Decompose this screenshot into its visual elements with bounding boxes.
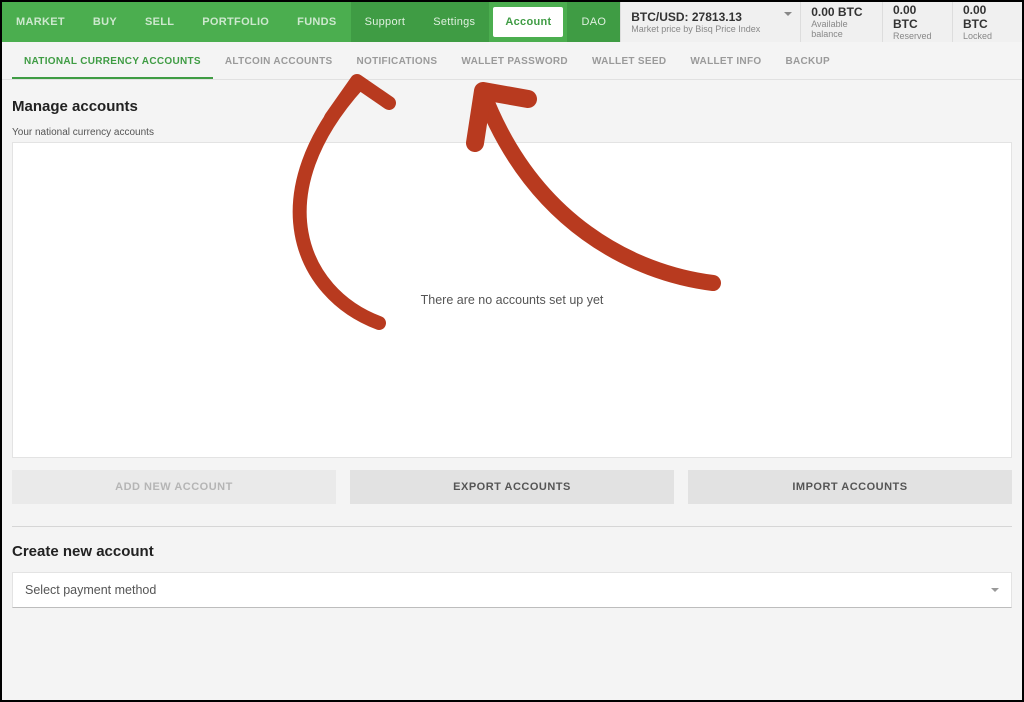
locked-balance-value: 0.00 BTC (963, 3, 1012, 31)
nav-market[interactable]: MARKET (2, 2, 79, 42)
manage-accounts-title: Manage accounts (12, 98, 1012, 115)
locked-balance-label: Locked (963, 31, 1012, 41)
nav-account[interactable]: Account (493, 7, 563, 37)
nav-funds[interactable]: FUNDS (283, 2, 350, 42)
payment-method-select[interactable]: Select payment method (12, 572, 1012, 608)
tab-wallet-seed[interactable]: WALLET SEED (580, 42, 678, 79)
reserved-balance-box: 0.00 BTC Reserved (882, 2, 952, 42)
status-group: BTC/USD: 27813.13 Market price by Bisq P… (620, 2, 1022, 42)
tab-altcoin-accounts[interactable]: ALTCOIN ACCOUNTS (213, 42, 345, 79)
locked-balance-box: 0.00 BTC Locked (952, 2, 1022, 42)
top-navbar: MARKET BUY SELL PORTFOLIO FUNDS Support … (2, 2, 1022, 42)
create-account-title: Create new account (12, 543, 1012, 560)
tab-notifications[interactable]: NOTIFICATIONS (344, 42, 449, 79)
nav-support[interactable]: Support (351, 2, 420, 42)
export-accounts-button[interactable]: EXPORT ACCOUNTS (350, 470, 674, 504)
accounts-panel: There are no accounts set up yet (12, 142, 1012, 458)
available-balance-label: Available balance (811, 19, 872, 39)
empty-accounts-message: There are no accounts set up yet (421, 293, 604, 307)
tab-backup[interactable]: BACKUP (773, 42, 842, 79)
available-balance-box: 0.00 BTC Available balance (800, 2, 882, 42)
chevron-down-icon (991, 588, 999, 596)
tab-wallet-info[interactable]: WALLET INFO (678, 42, 773, 79)
reserved-balance-value: 0.00 BTC (893, 3, 942, 31)
nav-dao[interactable]: DAO (567, 2, 620, 42)
account-actions-row: ADD NEW ACCOUNT EXPORT ACCOUNTS IMPORT A… (12, 470, 1012, 504)
nav-sell[interactable]: SELL (131, 2, 188, 42)
price-value: BTC/USD: 27813.13 (631, 10, 790, 24)
reserved-balance-label: Reserved (893, 31, 942, 41)
payment-method-placeholder: Select payment method (25, 583, 156, 597)
nav-primary: MARKET BUY SELL PORTFOLIO FUNDS Support … (2, 2, 620, 42)
add-new-account-button: ADD NEW ACCOUNT (12, 470, 336, 504)
content-area: Manage accounts Your national currency a… (2, 80, 1022, 608)
tab-national-currency-accounts[interactable]: NATIONAL CURRENCY ACCOUNTS (12, 42, 213, 79)
available-balance-value: 0.00 BTC (811, 5, 872, 19)
nav-settings[interactable]: Settings (419, 2, 489, 42)
chevron-down-icon (784, 12, 792, 20)
import-accounts-button[interactable]: IMPORT ACCOUNTS (688, 470, 1012, 504)
price-sub: Market price by Bisq Price Index (631, 24, 790, 34)
nav-portfolio[interactable]: PORTFOLIO (188, 2, 283, 42)
account-subtabs: NATIONAL CURRENCY ACCOUNTS ALTCOIN ACCOU… (2, 42, 1022, 80)
price-dropdown[interactable]: BTC/USD: 27813.13 Market price by Bisq P… (620, 2, 800, 42)
section-divider (12, 526, 1012, 527)
nav-buy[interactable]: BUY (79, 2, 131, 42)
accounts-list-label: Your national currency accounts (12, 127, 1012, 138)
tab-wallet-password[interactable]: WALLET PASSWORD (449, 42, 580, 79)
